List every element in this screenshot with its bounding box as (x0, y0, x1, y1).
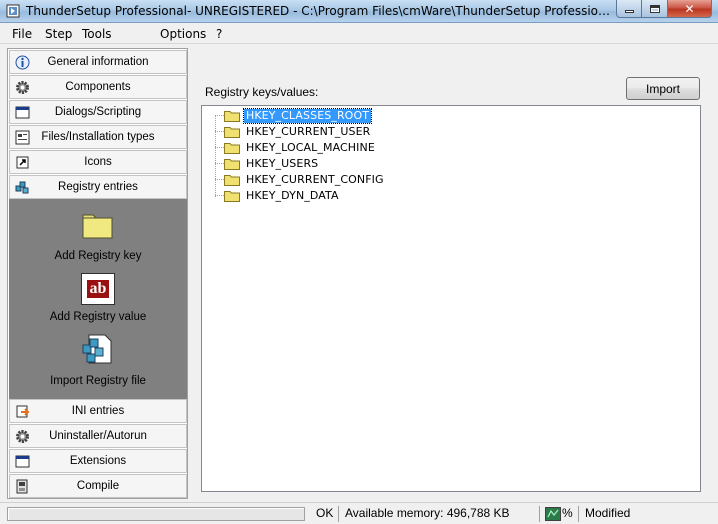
minimize-button[interactable] (616, 0, 642, 18)
registry-tree[interactable]: HKEY_CLASSES_ROOT HKEY_CURRENT_USER HKEY… (201, 105, 701, 492)
registry-file-icon (82, 334, 112, 364)
maximize-button[interactable] (642, 0, 668, 18)
sidebar-item-label: General information (47, 56, 149, 68)
menu-step[interactable]: Step (43, 27, 74, 41)
sidebar-item-compile[interactable]: Compile (9, 474, 187, 498)
sidebar-item-components[interactable]: Components (9, 75, 187, 99)
sidebar-item-extensions[interactable]: Extensions (9, 449, 187, 473)
folder-icon (224, 127, 240, 138)
sidebar: General information Components Dialogs/S… (7, 48, 188, 499)
menu-tools[interactable]: Tools (80, 27, 114, 41)
extension-icon (15, 455, 30, 468)
status-separator (578, 506, 579, 522)
add-registry-value-label: Add Registry value (49, 311, 147, 323)
registry-actions-panel: Add Registry key ab Add Registry value I… (9, 199, 187, 399)
maximize-icon (649, 4, 660, 13)
add-registry-value-action[interactable]: ab Add Registry value (9, 265, 187, 329)
info-icon (15, 55, 30, 70)
tree-node-label: HKEY_DYN_DATA (246, 189, 339, 202)
menu-bar: File Step Tools Options ? (0, 24, 718, 44)
sidebar-item-label: Uninstaller/Autorun (49, 430, 147, 442)
add-registry-key-label: Add Registry key (54, 250, 142, 262)
available-memory: Available memory: 496,788 KB (345, 506, 510, 520)
window-controls: ✕ (616, 0, 712, 19)
dialog-icon (15, 106, 30, 119)
sidebar-item-label: Components (65, 81, 131, 93)
gear-icon (16, 81, 29, 94)
window-title: ThunderSetup Professional- UNREGISTERED … (26, 4, 611, 18)
tree-node-hkey-local-machine[interactable]: HKEY_LOCAL_MACHINE (202, 140, 502, 156)
close-icon: ✕ (684, 1, 695, 16)
tree-node-label: HKEY_LOCAL_MACHINE (246, 141, 375, 154)
compile-icon (16, 479, 28, 494)
folder-icon (224, 143, 240, 154)
close-button[interactable]: ✕ (668, 0, 712, 18)
sidebar-item-label: Extensions (69, 455, 127, 467)
sidebar-item-dialogs-scripting[interactable]: Dialogs/Scripting (9, 100, 187, 124)
folder-icon (82, 214, 113, 239)
app-icon (6, 4, 20, 18)
import-button[interactable]: Import (626, 77, 700, 100)
tree-node-hkey-current-config[interactable]: HKEY_CURRENT_CONFIG (202, 172, 502, 188)
memory-icon (545, 507, 561, 521)
memory-percent: % (562, 506, 573, 520)
registry-icon (15, 181, 29, 194)
status-state: OK (316, 506, 334, 520)
tree-node-hkey-users[interactable]: HKEY_USERS (202, 156, 502, 172)
title-bar: ThunderSetup Professional- UNREGISTERED … (0, 0, 718, 23)
import-registry-file-label: Import Registry file (50, 375, 146, 387)
folder-icon (224, 111, 240, 122)
sidebar-item-label: Dialogs/Scripting (54, 106, 142, 118)
tree-node-label: HKEY_CLASSES_ROOT (242, 108, 373, 124)
uninstall-icon (16, 430, 29, 443)
menu-options[interactable]: Options (158, 27, 208, 41)
sidebar-item-registry-entries[interactable]: Registry entries (9, 175, 187, 199)
status-bar: OK Available memory: 496,788 KB % Modifi… (0, 502, 718, 524)
sidebar-item-label: Files/Installation types (41, 131, 155, 143)
import-registry-file-action[interactable]: Import Registry file (9, 329, 187, 395)
folder-icon (224, 191, 240, 202)
sidebar-item-label: Icons (84, 156, 112, 168)
folder-icon (224, 159, 240, 170)
tree-node-label: HKEY_USERS (246, 157, 319, 170)
ini-icon (16, 405, 30, 418)
files-icon (15, 130, 30, 145)
status-separator (338, 506, 339, 522)
sidebar-item-label: INI entries (71, 405, 125, 417)
sidebar-item-label: Registry entries (58, 181, 138, 193)
menu-file[interactable]: File (10, 27, 34, 41)
tree-node-hkey-current-user[interactable]: HKEY_CURRENT_USER (202, 124, 502, 140)
string-value-icon: ab (81, 273, 115, 305)
progress-bar (7, 507, 305, 521)
tree-node-hkey-dyn-data[interactable]: HKEY_DYN_DATA (202, 188, 502, 204)
sidebar-item-uninstaller-autorun[interactable]: Uninstaller/Autorun (9, 424, 187, 448)
tree-node-hkey-classes-root[interactable]: HKEY_CLASSES_ROOT (202, 108, 502, 124)
minimize-icon (624, 10, 634, 13)
sidebar-item-general-information[interactable]: General information (9, 50, 187, 74)
folder-icon (224, 175, 240, 186)
tree-node-label: HKEY_CURRENT_CONFIG (246, 173, 384, 186)
status-separator (539, 506, 540, 522)
tree-node-label: HKEY_CURRENT_USER (246, 125, 371, 138)
menu-help[interactable]: ? (214, 27, 224, 41)
add-registry-key-action[interactable]: Add Registry key (9, 199, 187, 265)
sidebar-item-label: Compile (76, 480, 120, 492)
modified-status: Modified (585, 506, 631, 520)
registry-section-label: Registry keys/values: (205, 85, 319, 99)
sidebar-item-icons[interactable]: Icons (9, 150, 187, 174)
sidebar-item-files-installation-types[interactable]: Files/Installation types (9, 125, 187, 149)
sidebar-item-ini-entries[interactable]: INI entries (9, 399, 187, 423)
shortcut-icon (16, 156, 29, 169)
